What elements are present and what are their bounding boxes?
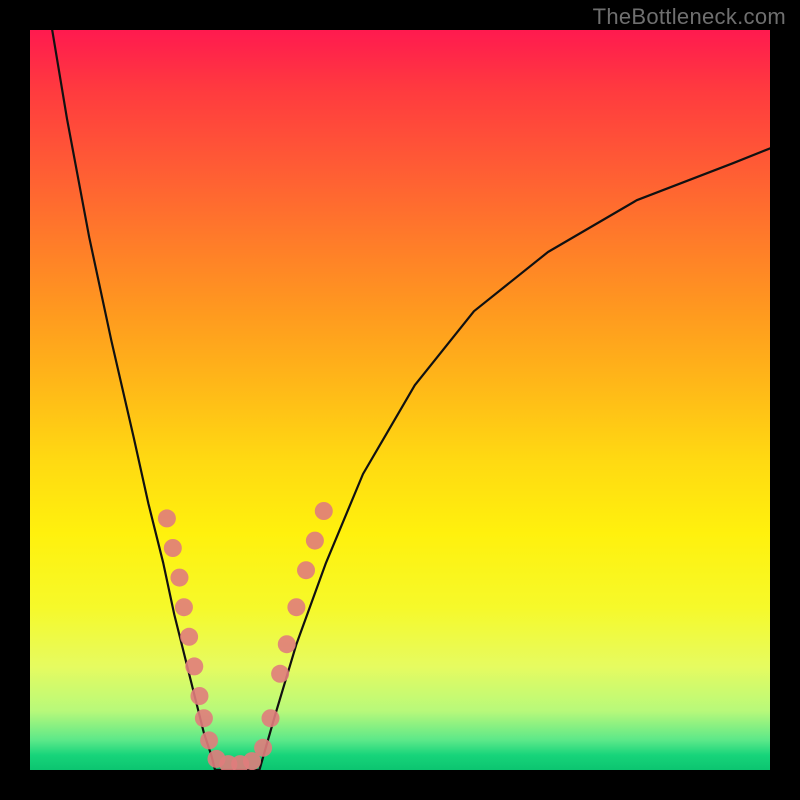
plot-area [30,30,770,770]
marker-point [315,502,333,520]
curve-right-branch [259,148,770,770]
marker-point [185,657,203,675]
marker-point [271,665,289,683]
marker-point [200,731,218,749]
marker-point [278,635,296,653]
marker-point [180,628,198,646]
chart-overlay [30,30,770,770]
marker-point [164,539,182,557]
marker-point [287,598,305,616]
marker-cluster [158,502,333,770]
marker-point [297,561,315,579]
marker-point [170,569,188,587]
chart-stage: TheBottleneck.com [0,0,800,800]
marker-point [262,709,280,727]
watermark-text: TheBottleneck.com [593,4,786,30]
marker-point [306,532,324,550]
marker-point [175,598,193,616]
marker-point [254,739,272,757]
marker-point [158,509,176,527]
marker-point [190,687,208,705]
marker-point [195,709,213,727]
